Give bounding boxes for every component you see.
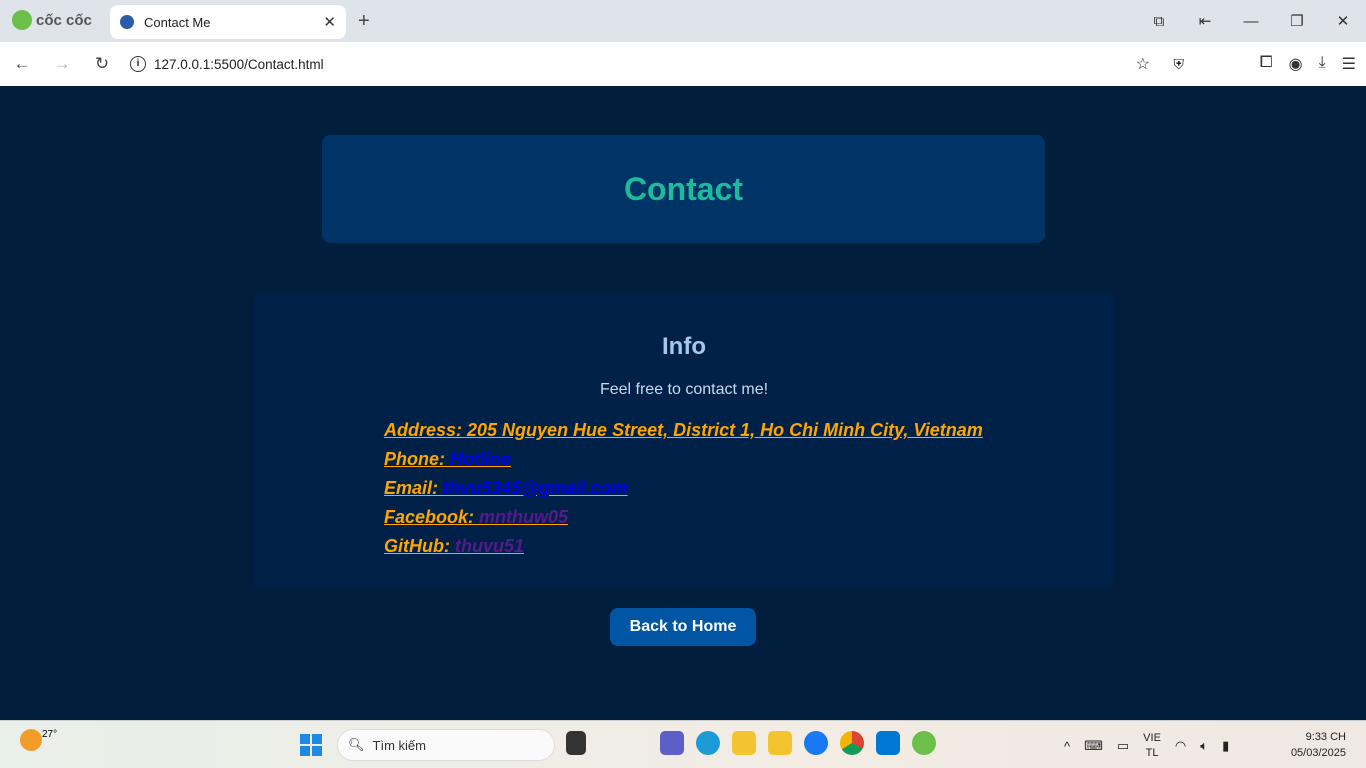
github-item: GitHub: thuvu51: [384, 532, 983, 561]
back-to-home-button[interactable]: Back to Home: [610, 608, 756, 646]
facebook-label: Facebook:: [384, 507, 480, 527]
date: 05/03/2025: [1290, 747, 1346, 759]
email-link[interactable]: Email: thvu5345@gmail.com: [384, 478, 628, 498]
taskbar: 27° 🔍︎ Tìm kiếm ^ ⌨ ▭ VIE TL ◠ 🔈︎ ▮ 9:33 C…: [0, 720, 1366, 768]
vscode-icon[interactable]: [876, 731, 900, 755]
favicon-icon: [120, 15, 134, 29]
reload-icon[interactable]: ↻: [84, 54, 120, 74]
toolbar: ← → ↻ i 127.0.0.1:5500/Contact.html ☆ ⛨ ⧠ ◉ ⤓…: [0, 42, 1366, 86]
header: Contact: [322, 135, 1045, 243]
email-label: Email:: [384, 478, 444, 498]
coccoc-logo[interactable]: cốc cốc: [12, 10, 92, 30]
page-title: Contact: [623, 170, 744, 207]
time: 9:33 CH: [1305, 731, 1346, 743]
profile-icon[interactable]: ◉: [1289, 54, 1303, 74]
address-item: Address: 205 Nguyen Hue Street, District…: [384, 416, 983, 445]
back-icon[interactable]: ←: [4, 54, 40, 74]
coccoc-icon[interactable]: [912, 731, 936, 755]
subtitle: Feel free to contact me!: [599, 381, 769, 398]
contact-list: Address: 205 Nguyen Hue Street, District…: [384, 416, 983, 561]
start-button[interactable]: [300, 734, 322, 756]
tab-contact[interactable]: Contact Me ✕: [110, 5, 346, 39]
site-info-icon[interactable]: i: [130, 56, 146, 72]
tablet-icon[interactable]: ▭: [1117, 738, 1129, 754]
facebook-icon[interactable]: [804, 731, 828, 755]
chrome-icon[interactable]: [840, 731, 864, 755]
phone-item: Phone: Hotline: [384, 445, 983, 474]
phone-link[interactable]: Phone: Hotline: [384, 449, 511, 469]
menu-icon[interactable]: ☰: [1342, 54, 1356, 74]
wifi-icon[interactable]: ◠: [1175, 738, 1186, 754]
phone-label: Phone:: [384, 449, 450, 469]
temperature: 27°: [42, 729, 58, 740]
back-tabs-icon[interactable]: ⇤: [1182, 12, 1228, 30]
address-bar[interactable]: i 127.0.0.1:5500/Contact.html ☆ ⛨: [120, 49, 1194, 79]
github-value: thuvu51: [454, 536, 524, 556]
email-value: thvu5345@gmail.com: [443, 478, 628, 498]
restore-button[interactable]: ❐: [1274, 12, 1320, 30]
task-view-icon[interactable]: [566, 731, 586, 755]
close-window-button[interactable]: ✕: [1320, 12, 1366, 30]
brand-name: cốc cốc: [36, 11, 92, 29]
volume-icon[interactable]: 🔈︎: [1200, 738, 1208, 754]
teams-icon[interactable]: [660, 731, 684, 755]
new-tab-button[interactable]: +: [358, 10, 370, 33]
language-indicator[interactable]: VIE TL: [1143, 731, 1161, 761]
file-explorer-icon[interactable]: [732, 731, 756, 755]
search-placeholder: Tìm kiếm: [372, 737, 426, 753]
url-text: 127.0.0.1:5500/Contact.html: [154, 56, 324, 72]
email-item: Email: thvu5345@gmail.com: [384, 474, 983, 503]
facebook-value: mnthuw05: [479, 507, 569, 527]
phone-value: Hotline: [450, 449, 511, 469]
show-hidden-icons[interactable]: ^: [1064, 739, 1070, 754]
lang-top: VIE: [1143, 732, 1161, 744]
facebook-item: Facebook: mnthuw05: [384, 503, 983, 532]
bookmark-star-icon[interactable]: ☆: [1136, 54, 1150, 74]
address-link[interactable]: Address: 205 Nguyen Hue Street, District…: [384, 420, 983, 440]
file-explorer-2-icon[interactable]: [768, 731, 792, 755]
shield-icon[interactable]: ⛨: [1174, 56, 1185, 73]
page-content: Contact Info Feel free to contact me! Ad…: [0, 86, 1366, 720]
close-tab-icon[interactable]: ✕: [323, 13, 336, 31]
tab-search-icon[interactable]: ⧉: [1136, 13, 1182, 30]
tab-title: Contact Me: [144, 14, 211, 30]
info-heading: Info: [662, 333, 706, 360]
taskbar-search[interactable]: 🔍︎ Tìm kiếm: [337, 729, 555, 761]
lang-bottom: TL: [1145, 747, 1159, 759]
minimize-button[interactable]: —: [1228, 13, 1274, 30]
forward-icon[interactable]: →: [44, 54, 80, 74]
info-section: Info Feel free to contact me! Address: 2…: [254, 293, 1114, 587]
facebook-link[interactable]: Facebook: mnthuw05: [384, 507, 568, 527]
keyboard-icon[interactable]: ⌨: [1084, 738, 1103, 754]
extensions-icon[interactable]: ⧠: [1260, 54, 1273, 74]
coccoc-logo-icon: [12, 10, 32, 30]
battery-icon[interactable]: ▮: [1222, 738, 1229, 754]
edge-icon[interactable]: [696, 731, 720, 755]
tab-bar: cốc cốc Contact Me ✕ + ⧉ ⇤ — ❐ ✕: [0, 0, 1366, 42]
github-link[interactable]: GitHub: thuvu51: [384, 536, 524, 556]
github-label: GitHub:: [384, 536, 455, 556]
download-icon[interactable]: ⤓: [1319, 54, 1326, 74]
search-icon: 🔍︎: [348, 737, 365, 752]
weather-icon: [20, 729, 42, 751]
weather-widget[interactable]: 27°: [20, 729, 57, 754]
clock[interactable]: 9:33 CH 05/03/2025: [1291, 729, 1346, 761]
